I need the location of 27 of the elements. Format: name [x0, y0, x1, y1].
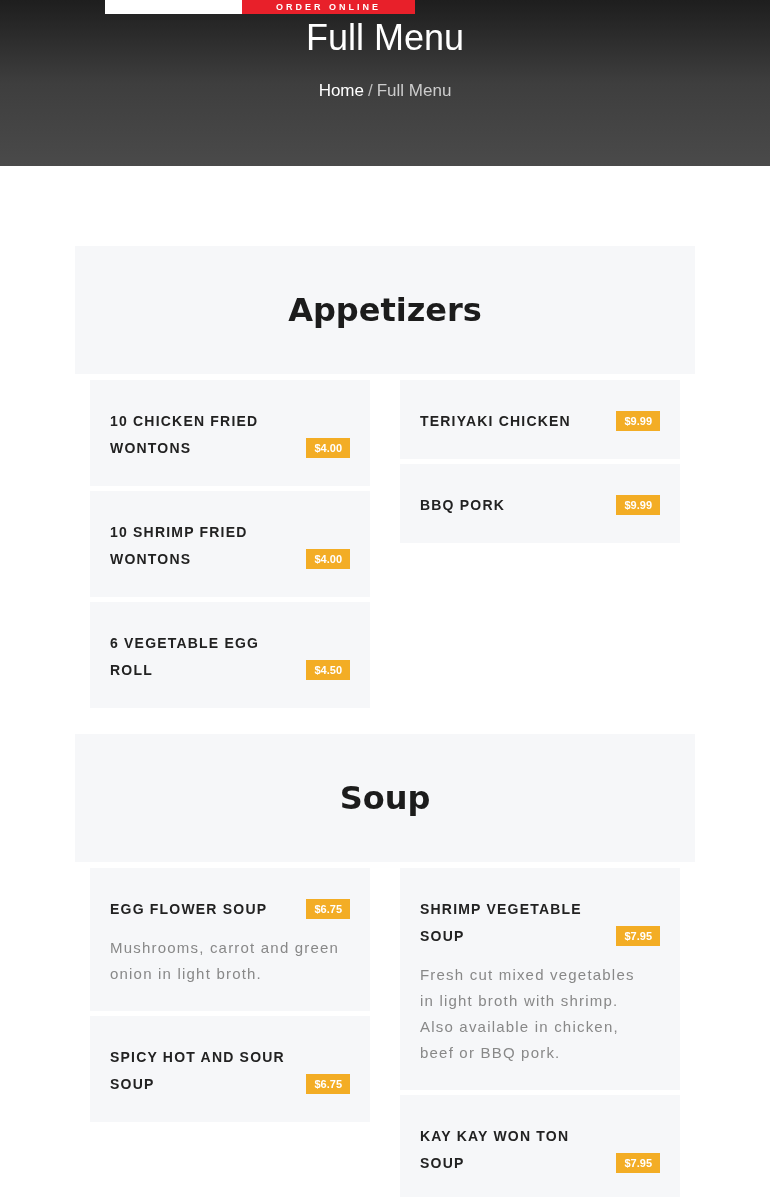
breadcrumb-link[interactable]: Full Menu [376, 78, 452, 104]
dish-name: 10 SHRIMP FRIED WONTONS [110, 523, 249, 569]
dish-name: EGG FLOWER SOUP [110, 900, 269, 919]
page-title: Full Menu [305, 18, 465, 58]
order-online-button[interactable]: ORDER ONLINE [242, 0, 415, 14]
price-tag: $9.99 [616, 410, 660, 431]
section-title: Soup [339, 778, 431, 819]
section-title: Appetizers [288, 290, 482, 331]
price-tag: $6.75 [306, 898, 350, 919]
dish-name: SHRIMP VEGETABLE SOUP [420, 900, 583, 946]
price-tag: $6.75 [306, 1073, 350, 1094]
dish-description: Mushrooms, carrot and green onion in light broth. [110, 938, 341, 984]
breadcrumb-link[interactable]: Home [318, 78, 364, 104]
dish-description: Fresh cut mixed vegetables in light broth with shrimp. Also available in chicken, beef or BBQ pork. [420, 965, 636, 1063]
price-tag: $4.50 [306, 659, 350, 680]
dish-name: SPICY HOT AND SOUR SOUP [110, 1048, 286, 1094]
price-tag: $4.00 [306, 437, 350, 458]
price-tag: $7.95 [616, 925, 660, 946]
dish-name: KAY KAY WON TON SOUP [420, 1127, 571, 1173]
price-tag: $7.95 [616, 1152, 660, 1173]
dish-name: 6 VEGETABLE EGG ROLL [110, 634, 261, 680]
dish-name: 10 CHICKEN FRIED WONTONS [110, 412, 260, 458]
breadcrumb-separator: / [368, 80, 373, 102]
dish-name: BBQ PORK [420, 496, 507, 515]
price-tag: $9.99 [616, 494, 660, 515]
price-tag: $4.00 [306, 548, 350, 569]
dish-name: TERIYAKI CHICKEN [420, 412, 572, 431]
